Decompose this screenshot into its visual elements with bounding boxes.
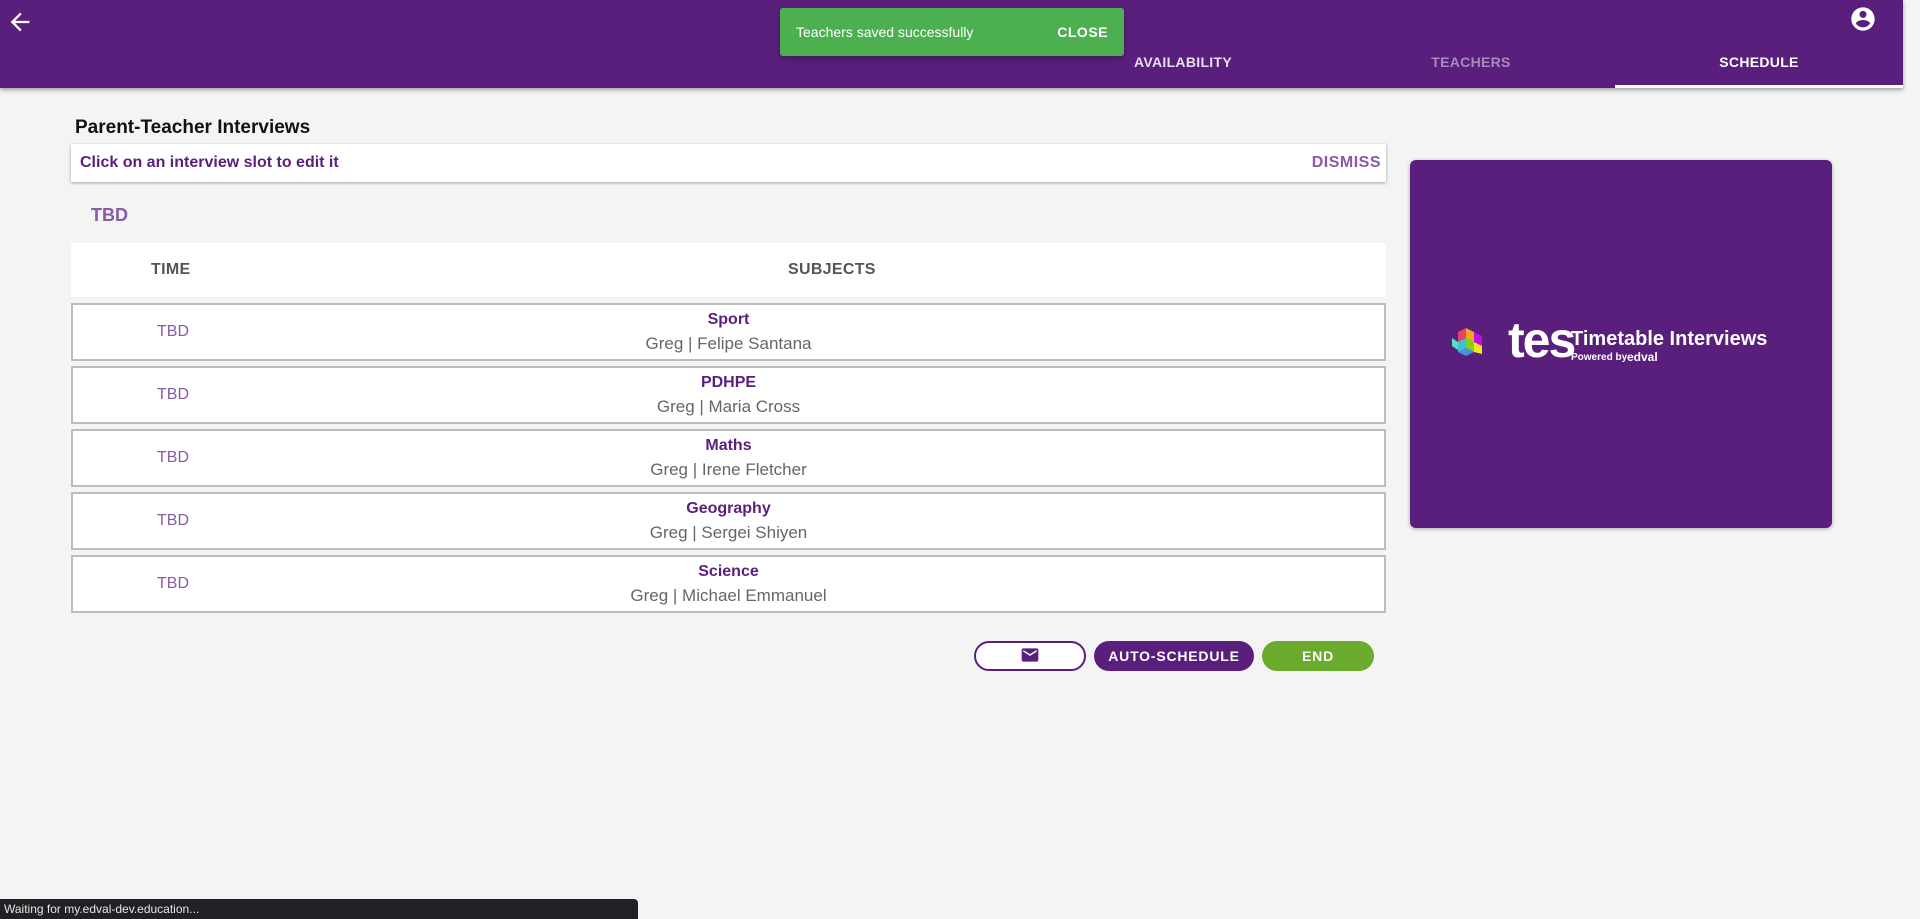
table-header: TIME SUBJECTS — [71, 243, 1386, 297]
slot-teacher: Greg | Felipe Santana — [645, 334, 812, 353]
active-tab-indicator — [1615, 85, 1903, 88]
page-title: Parent-Teacher Interviews — [75, 117, 311, 138]
section-label: TBD — [91, 205, 128, 225]
snackbar-close-button[interactable]: CLOSE — [1057, 24, 1108, 40]
slot-subject: Sport — [707, 311, 750, 328]
slot-teacher: Greg | Maria Cross — [656, 397, 801, 416]
slot-teacher: Greg | Sergei Shiyen — [649, 523, 808, 542]
dismiss-button[interactable]: DISMISS — [1312, 154, 1381, 172]
brand-partner: edval — [1627, 350, 1658, 364]
slot-subject: PDHPE — [700, 374, 757, 391]
back-arrow-icon[interactable] — [6, 8, 34, 36]
hint-banner: Click on an interview slot to edit it DI… — [71, 144, 1386, 182]
slot-subject: Science — [698, 563, 759, 580]
tab-teachers[interactable]: TEACHERS — [1327, 54, 1615, 70]
slot-subject: Geography — [686, 500, 771, 517]
auto-schedule-button[interactable]: AUTO-SCHEDULE — [1094, 641, 1254, 671]
tab-schedule[interactable]: SCHEDULE — [1615, 54, 1903, 70]
interview-slot-row[interactable]: TBD PDHPE Greg | Maria Cross — [71, 366, 1386, 424]
interview-slot-row[interactable]: TBD Sport Greg | Felipe Santana — [71, 303, 1386, 361]
success-snackbar: Teachers saved successfully CLOSE — [780, 8, 1124, 56]
end-button[interactable]: END — [1262, 641, 1374, 671]
email-button[interactable] — [974, 641, 1086, 671]
hint-text: Click on an interview slot to edit it — [80, 154, 339, 171]
column-header-time: TIME — [151, 261, 191, 278]
mail-icon — [1020, 645, 1040, 668]
tes-cube-logo-icon — [1452, 324, 1508, 362]
tab-availability[interactable]: AVAILABILITY — [1039, 54, 1327, 70]
brand-powered-by: Powered by — [1571, 352, 1628, 363]
browser-status-bar: Waiting for my.edval-dev.education... — [0, 899, 638, 919]
slot-teacher: Greg | Michael Emmanuel — [630, 586, 827, 605]
brand-title: Timetable Interviews — [1571, 328, 1768, 350]
brand-panel: tes Timetable Interviews Powered by edva… — [1410, 160, 1832, 528]
account-circle-icon[interactable] — [1849, 5, 1877, 33]
snackbar-message: Teachers saved successfully — [796, 24, 974, 40]
column-header-subjects: SUBJECTS — [788, 261, 876, 278]
slot-teacher: Greg | Irene Fletcher — [650, 460, 807, 479]
slot-subject: Maths — [705, 437, 752, 454]
interview-slot-row[interactable]: TBD Geography Greg | Sergei Shiyen — [71, 492, 1386, 550]
interview-list: TBD Sport Greg | Felipe Santana TBD PDHP… — [71, 303, 1386, 618]
interview-slot-row[interactable]: TBD Science Greg | Michael Emmanuel — [71, 555, 1386, 613]
tes-wordmark: tes — [1508, 312, 1576, 368]
interview-slot-row[interactable]: TBD Maths Greg | Irene Fletcher — [71, 429, 1386, 487]
